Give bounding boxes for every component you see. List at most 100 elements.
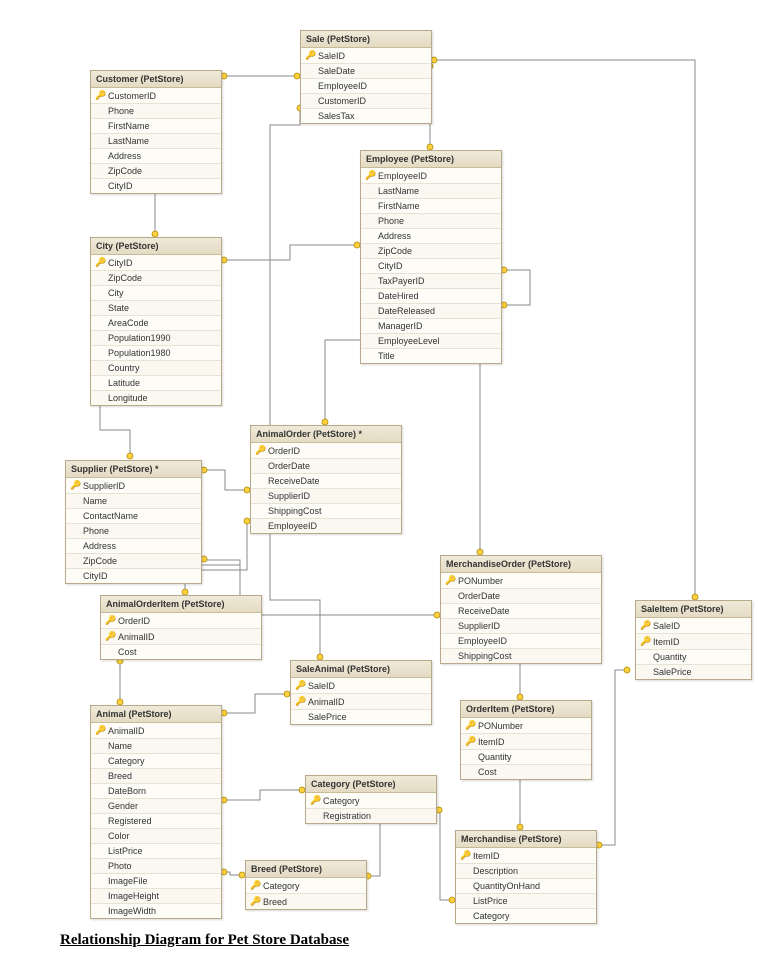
column-employee-phone[interactable]: Phone [361, 214, 501, 229]
column-animalorder-employeeid[interactable]: EmployeeID [251, 519, 401, 533]
column-animal-listprice[interactable]: ListPrice [91, 844, 221, 859]
column-employee-employeeid[interactable]: 🔑EmployeeID [361, 168, 501, 184]
column-merchandiseorder-orderdate[interactable]: OrderDate [441, 589, 601, 604]
column-animalorderitem-orderid[interactable]: 🔑OrderID [101, 613, 261, 629]
column-merchandiseorder-supplierid[interactable]: SupplierID [441, 619, 601, 634]
column-employee-cityid[interactable]: CityID [361, 259, 501, 274]
column-sale-saledate[interactable]: SaleDate [301, 64, 431, 79]
table-customer[interactable]: Customer (PetStore)🔑CustomerIDPhoneFirst… [90, 70, 222, 194]
table-animal[interactable]: Animal (PetStore)🔑AnimalIDNameCategoryBr… [90, 705, 222, 919]
column-animalorder-supplierid[interactable]: SupplierID [251, 489, 401, 504]
table-orderitem[interactable]: OrderItem (PetStore)🔑PONumber🔑ItemIDQuan… [460, 700, 592, 780]
column-animal-color[interactable]: Color [91, 829, 221, 844]
column-city-areacode[interactable]: AreaCode [91, 316, 221, 331]
column-supplier-zipcode[interactable]: ZipCode [66, 554, 201, 569]
column-animalorder-orderdate[interactable]: OrderDate [251, 459, 401, 474]
column-breed-breed[interactable]: 🔑Breed [246, 894, 366, 909]
column-city-population1990[interactable]: Population1990 [91, 331, 221, 346]
column-breed-category[interactable]: 🔑Category [246, 878, 366, 894]
column-employee-address[interactable]: Address [361, 229, 501, 244]
column-animalorderitem-animalid[interactable]: 🔑AnimalID [101, 629, 261, 645]
column-customer-address[interactable]: Address [91, 149, 221, 164]
column-animal-breed[interactable]: Breed [91, 769, 221, 784]
column-employee-datereleased[interactable]: DateReleased [361, 304, 501, 319]
table-animalorder[interactable]: AnimalOrder (PetStore) *🔑OrderIDOrderDat… [250, 425, 402, 534]
table-merchandise[interactable]: Merchandise (PetStore)🔑ItemIDDescription… [455, 830, 597, 924]
table-header-saleanimal[interactable]: SaleAnimal (PetStore) [291, 661, 431, 678]
table-merchandiseorder[interactable]: MerchandiseOrder (PetStore)🔑PONumberOrde… [440, 555, 602, 664]
column-merchandise-category[interactable]: Category [456, 909, 596, 923]
table-header-merchandise[interactable]: Merchandise (PetStore) [456, 831, 596, 848]
column-sale-saleid[interactable]: 🔑SaleID [301, 48, 431, 64]
table-employee[interactable]: Employee (PetStore)🔑EmployeeIDLastNameFi… [360, 150, 502, 364]
table-header-orderitem[interactable]: OrderItem (PetStore) [461, 701, 591, 718]
column-sale-customerid[interactable]: CustomerID [301, 94, 431, 109]
table-animalorderitem[interactable]: AnimalOrderItem (PetStore)🔑OrderID🔑Anima… [100, 595, 262, 660]
column-merchandise-listprice[interactable]: ListPrice [456, 894, 596, 909]
column-city-longitude[interactable]: Longitude [91, 391, 221, 405]
column-supplier-phone[interactable]: Phone [66, 524, 201, 539]
column-animal-category[interactable]: Category [91, 754, 221, 769]
column-supplier-address[interactable]: Address [66, 539, 201, 554]
column-city-latitude[interactable]: Latitude [91, 376, 221, 391]
table-header-merchandiseorder[interactable]: MerchandiseOrder (PetStore) [441, 556, 601, 573]
column-supplier-contactname[interactable]: ContactName [66, 509, 201, 524]
table-header-employee[interactable]: Employee (PetStore) [361, 151, 501, 168]
column-customer-phone[interactable]: Phone [91, 104, 221, 119]
column-employee-firstname[interactable]: FirstName [361, 199, 501, 214]
table-header-category[interactable]: Category (PetStore) [306, 776, 436, 793]
column-animal-gender[interactable]: Gender [91, 799, 221, 814]
column-customer-lastname[interactable]: LastName [91, 134, 221, 149]
column-saleitem-saleprice[interactable]: SalePrice [636, 665, 751, 679]
column-orderitem-cost[interactable]: Cost [461, 765, 591, 779]
column-city-city[interactable]: City [91, 286, 221, 301]
table-header-animal[interactable]: Animal (PetStore) [91, 706, 221, 723]
column-animal-imageheight[interactable]: ImageHeight [91, 889, 221, 904]
table-category[interactable]: Category (PetStore)🔑CategoryRegistration [305, 775, 437, 824]
column-sale-salestax[interactable]: SalesTax [301, 109, 431, 123]
column-employee-taxpayerid[interactable]: TaxPayerID [361, 274, 501, 289]
table-saleitem[interactable]: SaleItem (PetStore)🔑SaleID🔑ItemIDQuantit… [635, 600, 752, 680]
column-animal-dateborn[interactable]: DateBorn [91, 784, 221, 799]
column-animal-photo[interactable]: Photo [91, 859, 221, 874]
column-animalorder-orderid[interactable]: 🔑OrderID [251, 443, 401, 459]
column-supplier-supplierid[interactable]: 🔑SupplierID [66, 478, 201, 494]
column-merchandiseorder-employeeid[interactable]: EmployeeID [441, 634, 601, 649]
column-animal-imagewidth[interactable]: ImageWidth [91, 904, 221, 918]
table-header-customer[interactable]: Customer (PetStore) [91, 71, 221, 88]
column-city-population1980[interactable]: Population1980 [91, 346, 221, 361]
column-orderitem-itemid[interactable]: 🔑ItemID [461, 734, 591, 750]
column-animal-animalid[interactable]: 🔑AnimalID [91, 723, 221, 739]
column-animal-registered[interactable]: Registered [91, 814, 221, 829]
column-city-state[interactable]: State [91, 301, 221, 316]
column-animal-imagefile[interactable]: ImageFile [91, 874, 221, 889]
table-header-supplier[interactable]: Supplier (PetStore) * [66, 461, 201, 478]
column-saleanimal-saleprice[interactable]: SalePrice [291, 710, 431, 724]
column-animal-name[interactable]: Name [91, 739, 221, 754]
column-orderitem-ponumber[interactable]: 🔑PONumber [461, 718, 591, 734]
column-city-zipcode[interactable]: ZipCode [91, 271, 221, 286]
table-sale[interactable]: Sale (PetStore)🔑SaleIDSaleDateEmployeeID… [300, 30, 432, 124]
column-customer-cityid[interactable]: CityID [91, 179, 221, 193]
column-merchandiseorder-shippingcost[interactable]: ShippingCost [441, 649, 601, 663]
column-employee-employeelevel[interactable]: EmployeeLevel [361, 334, 501, 349]
column-merchandise-itemid[interactable]: 🔑ItemID [456, 848, 596, 864]
column-saleitem-itemid[interactable]: 🔑ItemID [636, 634, 751, 650]
column-supplier-cityid[interactable]: CityID [66, 569, 201, 583]
column-orderitem-quantity[interactable]: Quantity [461, 750, 591, 765]
table-header-sale[interactable]: Sale (PetStore) [301, 31, 431, 48]
table-header-breed[interactable]: Breed (PetStore) [246, 861, 366, 878]
table-saleanimal[interactable]: SaleAnimal (PetStore)🔑SaleID🔑AnimalIDSal… [290, 660, 432, 725]
column-supplier-name[interactable]: Name [66, 494, 201, 509]
column-animalorder-receivedate[interactable]: ReceiveDate [251, 474, 401, 489]
column-saleanimal-saleid[interactable]: 🔑SaleID [291, 678, 431, 694]
column-animalorderitem-cost[interactable]: Cost [101, 645, 261, 659]
column-category-category[interactable]: 🔑Category [306, 793, 436, 809]
column-city-country[interactable]: Country [91, 361, 221, 376]
table-header-saleitem[interactable]: SaleItem (PetStore) [636, 601, 751, 618]
column-employee-managerid[interactable]: ManagerID [361, 319, 501, 334]
column-saleitem-quantity[interactable]: Quantity [636, 650, 751, 665]
column-customer-customerid[interactable]: 🔑CustomerID [91, 88, 221, 104]
table-header-city[interactable]: City (PetStore) [91, 238, 221, 255]
table-breed[interactable]: Breed (PetStore)🔑Category🔑Breed [245, 860, 367, 910]
